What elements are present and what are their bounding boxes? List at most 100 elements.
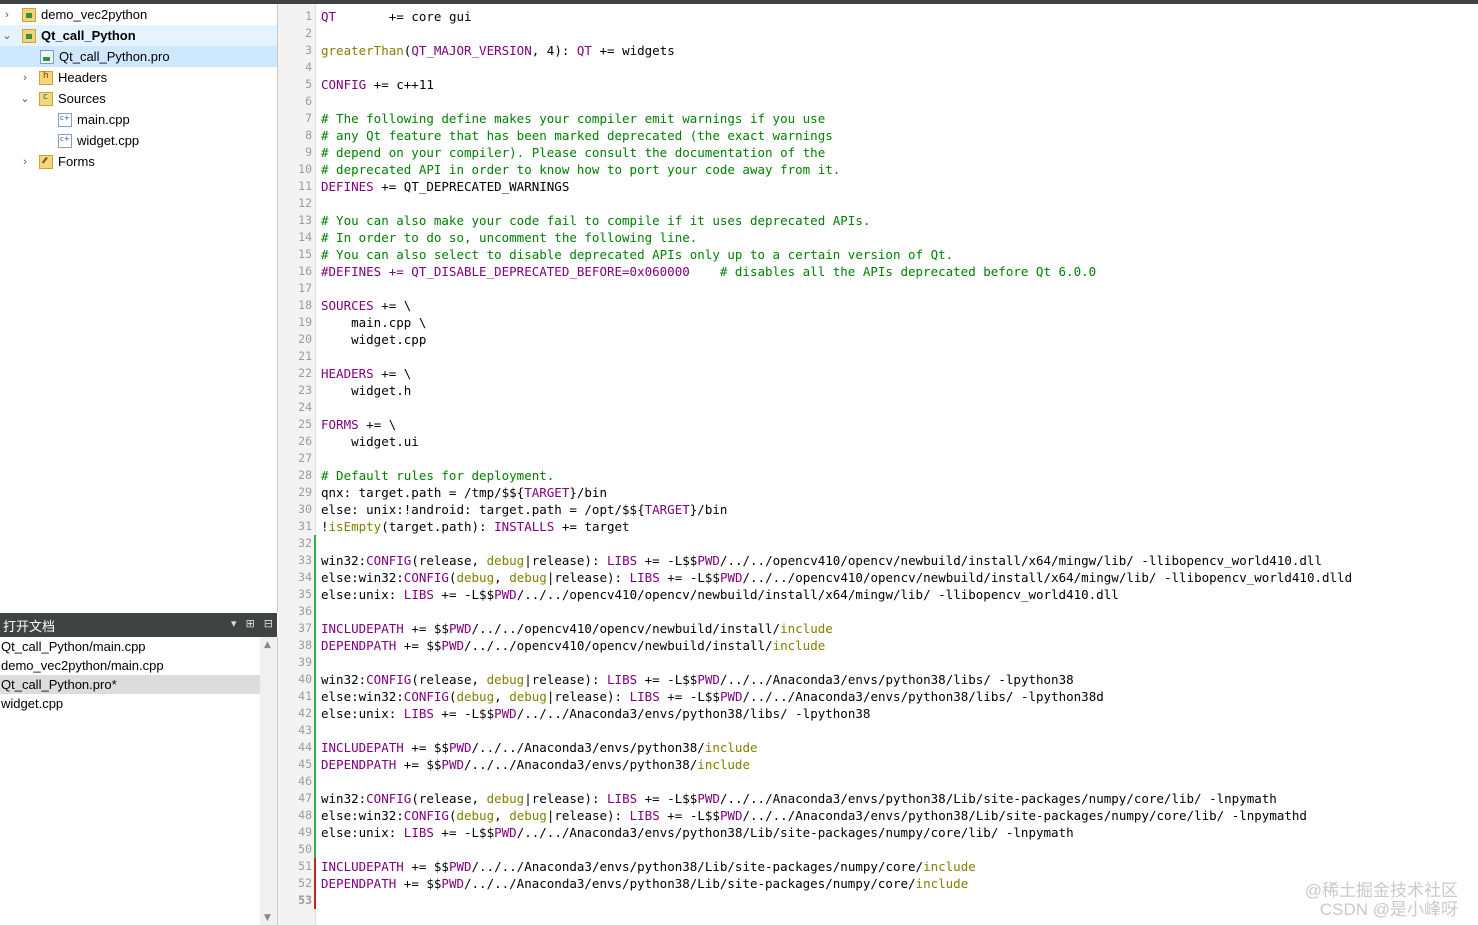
open-document-item[interactable]: Qt_call_Python.pro* (0, 675, 260, 694)
code-line[interactable]: 39 (278, 654, 1478, 671)
scroll-up-icon[interactable]: ▲ (264, 640, 271, 650)
open-documents-scrollbar[interactable]: ▲ ▼ (260, 637, 278, 925)
code-line[interactable]: 6 (278, 93, 1478, 110)
tree-item-headers[interactable]: › Headers (0, 67, 277, 88)
chevron-right-icon[interactable]: › (20, 72, 30, 84)
code-line[interactable]: 25 FORMS += \ (278, 416, 1478, 433)
code-text: else: unix:!android: target.path = /opt/… (321, 502, 728, 517)
chevron-down-icon[interactable]: ⌄ (20, 93, 30, 105)
open-document-item[interactable]: demo_vec2python/main.cpp (0, 656, 260, 675)
line-number: 30 (298, 502, 312, 516)
tree-item-label: Qt_call_Python (41, 28, 136, 43)
code-line[interactable]: 29 qnx: target.path = /tmp/$${TARGET}/bin (278, 484, 1478, 501)
code-line[interactable]: 16 #DEFINES += QT_DISABLE_DEPRECATED_BEFO… (278, 263, 1478, 280)
code-line[interactable]: 48 else:win32:CONFIG(debug, debug|release… (278, 807, 1478, 824)
code-editor[interactable]: 1 QT += core gui 2 3 greaterThan(QT_MAJOR_VE… (278, 4, 1478, 925)
code-line[interactable]: 43 (278, 722, 1478, 739)
code-line[interactable]: 5 CONFIG += c++11 (278, 76, 1478, 93)
line-number: 25 (298, 417, 312, 431)
code-line[interactable]: 30 else: unix:!android: target.path = /op… (278, 501, 1478, 518)
line-number: 53 (298, 893, 312, 907)
open-document-item[interactable]: Qt_call_Python/main.cpp (0, 637, 260, 656)
dropdown-arrow-icon[interactable]: ▾ (231, 617, 237, 630)
tree-item-widget-cpp[interactable]: widget.cpp (0, 130, 277, 151)
watermark-line: @稀土掘金技术社区 (1304, 881, 1458, 900)
line-number: 28 (298, 468, 312, 482)
code-line[interactable]: 36 (278, 603, 1478, 620)
code-line[interactable]: 49 else:unix: LIBS += -L$$PWD/../../Anaco… (278, 824, 1478, 841)
code-line[interactable]: 11 DEFINES += QT_DEPRECATED_WARNINGS (278, 178, 1478, 195)
code-line[interactable]: 45 DEPENDPATH += $$PWD/../../Anaconda3/en… (278, 756, 1478, 773)
code-line[interactable]: 19 main.cpp \ (278, 314, 1478, 331)
code-line[interactable]: 52 DEPENDPATH += $$PWD/../../Anaconda3/en… (278, 875, 1478, 892)
code-line[interactable]: 17 (278, 280, 1478, 297)
code-line[interactable]: 41 else:win32:CONFIG(debug, debug|release… (278, 688, 1478, 705)
project-tree: › demo_vec2python ⌄ Qt_call_Python Qt_ca… (0, 4, 278, 612)
code-line[interactable]: 28 # Default rules for deployment. (278, 467, 1478, 484)
code-line[interactable]: 35 else:unix: LIBS += -L$$PWD/../../openc… (278, 586, 1478, 603)
close-panel-icon[interactable]: ⊟ (264, 617, 273, 630)
code-line[interactable]: 13 # You can also make your code fail to … (278, 212, 1478, 229)
split-icon[interactable]: ⊞ (246, 617, 255, 630)
code-line[interactable]: 14 # In order to do so, uncomment the fol… (278, 229, 1478, 246)
code-line[interactable]: 50 (278, 841, 1478, 858)
headers-folder-icon (39, 70, 53, 85)
code-line[interactable]: 1 QT += core gui (278, 8, 1478, 25)
code-line[interactable]: 26 widget.ui (278, 433, 1478, 450)
tree-item-main-cpp[interactable]: main.cpp (0, 109, 277, 130)
code-line[interactable]: 7 # The following define makes your compi… (278, 110, 1478, 127)
code-line[interactable]: 15 # You can also select to disable depre… (278, 246, 1478, 263)
code-line[interactable]: 32 (278, 535, 1478, 552)
line-number: 33 (298, 553, 312, 567)
code-line[interactable]: 2 (278, 25, 1478, 42)
code-line[interactable]: 34 else:win32:CONFIG(debug, debug|release… (278, 569, 1478, 586)
open-documents-title: 打开文档 (3, 618, 56, 634)
code-text: # deprecated API in order to know how to… (321, 162, 841, 177)
code-line[interactable]: 38 DEPENDPATH += $$PWD/../../opencv410/op… (278, 637, 1478, 654)
tree-item-demo-vec2python[interactable]: › demo_vec2python (0, 4, 277, 25)
code-line[interactable]: 33 win32:CONFIG(release, debug|release): … (278, 552, 1478, 569)
line-number: 3 (305, 43, 312, 57)
code-line[interactable]: 46 (278, 773, 1478, 790)
code-line[interactable]: 44 INCLUDEPATH += $$PWD/../../Anaconda3/e… (278, 739, 1478, 756)
code-line[interactable]: 22 HEADERS += \ (278, 365, 1478, 382)
code-line[interactable]: 23 widget.h (278, 382, 1478, 399)
code-line[interactable]: 4 (278, 59, 1478, 76)
code-line[interactable]: 42 else:unix: LIBS += -L$$PWD/../../Anaco… (278, 705, 1478, 722)
code-line[interactable]: 37 INCLUDEPATH += $$PWD/../../opencv410/o… (278, 620, 1478, 637)
code-line[interactable]: 53 (278, 892, 1478, 909)
line-number: 13 (298, 213, 312, 227)
tree-item-forms[interactable]: › Forms (0, 151, 277, 172)
code-line[interactable]: 47 win32:CONFIG(release, debug|release): … (278, 790, 1478, 807)
code-line[interactable]: 51 INCLUDEPATH += $$PWD/../../Anaconda3/e… (278, 858, 1478, 875)
code-line[interactable]: 10 # deprecated API in order to know how … (278, 161, 1478, 178)
line-number: 37 (298, 621, 312, 635)
chevron-right-icon[interactable]: › (20, 156, 30, 168)
code-line[interactable]: 9 # depend on your compiler). Please cons… (278, 144, 1478, 161)
open-document-item[interactable]: widget.cpp (0, 694, 260, 713)
line-number: 22 (298, 366, 312, 380)
tree-item-qt-call-python[interactable]: ⌄ Qt_call_Python (0, 25, 277, 46)
code-line[interactable]: 40 win32:CONFIG(release, debug|release): … (278, 671, 1478, 688)
line-number: 10 (298, 162, 312, 176)
code-line[interactable]: 24 (278, 399, 1478, 416)
sources-folder-icon (39, 91, 53, 106)
code-line[interactable]: 3 greaterThan(QT_MAJOR_VERSION, 4): QT +=… (278, 42, 1478, 59)
code-line[interactable]: 18 SOURCES += \ (278, 297, 1478, 314)
code-line[interactable]: 20 widget.cpp (278, 331, 1478, 348)
tree-item-pro-file[interactable]: Qt_call_Python.pro (0, 46, 277, 67)
chevron-down-icon[interactable]: ⌄ (2, 30, 12, 42)
code-line[interactable]: 8 # any Qt feature that has been marked d… (278, 127, 1478, 144)
code-text: !isEmpty(target.path): INSTALLS += targe… (321, 519, 630, 534)
chevron-right-icon[interactable]: › (2, 9, 12, 21)
code-line[interactable]: 12 (278, 195, 1478, 212)
code-text: widget.ui (321, 434, 419, 449)
tree-item-sources[interactable]: ⌄ Sources (0, 88, 277, 109)
code-line[interactable]: 27 (278, 450, 1478, 467)
code-line[interactable]: 21 (278, 348, 1478, 365)
code-line[interactable]: 31 !isEmpty(target.path): INSTALLS += tar… (278, 518, 1478, 535)
scroll-down-icon[interactable]: ▼ (264, 913, 271, 923)
